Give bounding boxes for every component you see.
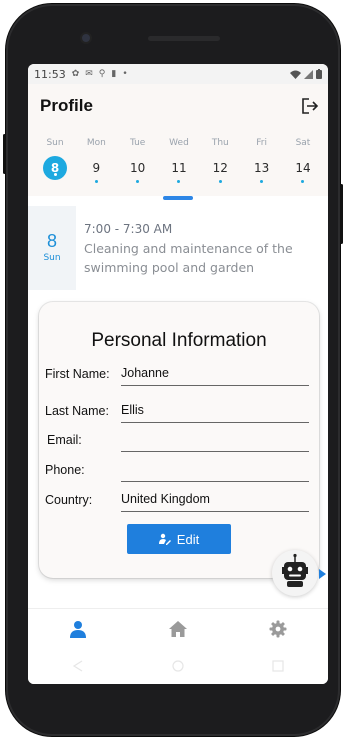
day-number: 11 [171, 161, 187, 175]
back-icon[interactable] [72, 660, 84, 672]
day-name: Wed [169, 138, 189, 148]
last-name-label: Last Name: [45, 404, 109, 418]
event-dot [53, 173, 57, 176]
event-item[interactable]: 8 Sun 7:00 - 7:30 AM Cleaning and mainte… [28, 206, 328, 290]
day-name: Mon [86, 138, 106, 148]
day-name: Thu [211, 138, 229, 148]
event-dot [218, 180, 222, 183]
week-strip: Sun 8 Mon 9 Tue 10 Wed 11 Thu 12 Fri 13 … [38, 138, 320, 183]
signal-icon [304, 69, 313, 79]
day-number: 12 [212, 161, 228, 175]
day-name: Fri [256, 138, 267, 148]
email-label: Email: [47, 433, 82, 447]
personal-info-card: Personal Information First Name: Johanne… [39, 302, 319, 578]
event-dot [177, 180, 181, 183]
dot-icon: • [122, 69, 128, 79]
event-date: 8 Sun [28, 206, 76, 290]
mail-icon: ✉ [85, 69, 93, 79]
power-button [340, 184, 343, 244]
event-dot [94, 180, 98, 183]
battery-icon [316, 69, 322, 79]
day-number: 13 [254, 161, 270, 175]
event-description: Cleaning and maintenance of the swimming… [84, 241, 293, 275]
header: Profile Sun 8 Mon 9 Tue 10 Wed 11 Thu 12… [28, 84, 328, 196]
logout-icon[interactable] [300, 96, 320, 116]
phone-field[interactable] [121, 462, 309, 482]
person-icon [70, 620, 86, 638]
event-dot [260, 180, 264, 183]
chatbot-button[interactable] [272, 550, 318, 596]
day-name: Sun [46, 138, 64, 148]
day-number: 8 [43, 156, 67, 180]
day-fri[interactable]: Fri 13 [245, 138, 279, 183]
bottom-nav [28, 608, 328, 648]
edit-user-icon [158, 533, 171, 545]
front-camera [82, 34, 90, 42]
email-field[interactable] [121, 432, 309, 452]
day-number: 10 [130, 161, 146, 175]
first-name-field[interactable]: Johanne [121, 366, 309, 386]
home-icon [169, 620, 187, 637]
event-day-number: 8 [46, 231, 57, 251]
chevron-right-icon[interactable] [319, 569, 326, 579]
event-dot [136, 180, 140, 183]
usb-icon: ⚲ [98, 69, 106, 79]
first-name-label: First Name: [45, 367, 110, 381]
day-thu[interactable]: Thu 12 [203, 138, 237, 183]
gear-icon: ✿ [71, 69, 80, 79]
event-dot [301, 180, 305, 183]
status-time: 11:53 [34, 67, 66, 81]
event-day-name: Sun [43, 253, 61, 263]
country-field[interactable]: United Kingdom [121, 492, 309, 512]
day-mon[interactable]: Mon 9 [79, 138, 113, 183]
home-circle-icon[interactable] [172, 660, 184, 672]
system-nav-bar [28, 648, 328, 684]
wifi-icon [290, 70, 301, 79]
edit-button-label: Edit [176, 531, 200, 547]
day-name: Tue [129, 138, 146, 148]
day-number: 9 [92, 161, 101, 175]
edit-button[interactable]: Edit [127, 524, 231, 554]
event-time: 7:00 - 7:30 AM [84, 222, 173, 236]
country-label: Country: [45, 493, 93, 507]
nav-profile[interactable] [28, 609, 128, 648]
day-sun[interactable]: Sun 8 [38, 138, 72, 183]
settings-icon [269, 620, 287, 637]
day-sat[interactable]: Sat 14 [286, 138, 320, 183]
nav-home[interactable] [128, 609, 228, 648]
app-screen: 11:53 ✿ ✉ ⚲ ▮ • Profile Sun 8 Mon 9 Tue … [28, 64, 328, 684]
sim-icon: ▮ [111, 69, 117, 79]
volume-button [3, 134, 6, 174]
card-title: Personal Information [91, 330, 267, 351]
page-title: Profile [40, 96, 93, 115]
day-number: 14 [295, 161, 311, 175]
last-name-field[interactable]: Ellis [121, 403, 309, 423]
day-wed[interactable]: Wed 11 [162, 138, 196, 183]
recents-icon[interactable] [272, 660, 284, 672]
week-indicator [163, 196, 193, 200]
status-bar: 11:53 ✿ ✉ ⚲ ▮ • [28, 64, 328, 84]
day-name: Sat [295, 138, 311, 148]
earpiece-speaker [148, 36, 220, 41]
phone-label: Phone: [45, 463, 85, 477]
day-tue[interactable]: Tue 10 [121, 138, 155, 183]
nav-settings[interactable] [228, 609, 328, 648]
robot-icon [282, 553, 308, 587]
